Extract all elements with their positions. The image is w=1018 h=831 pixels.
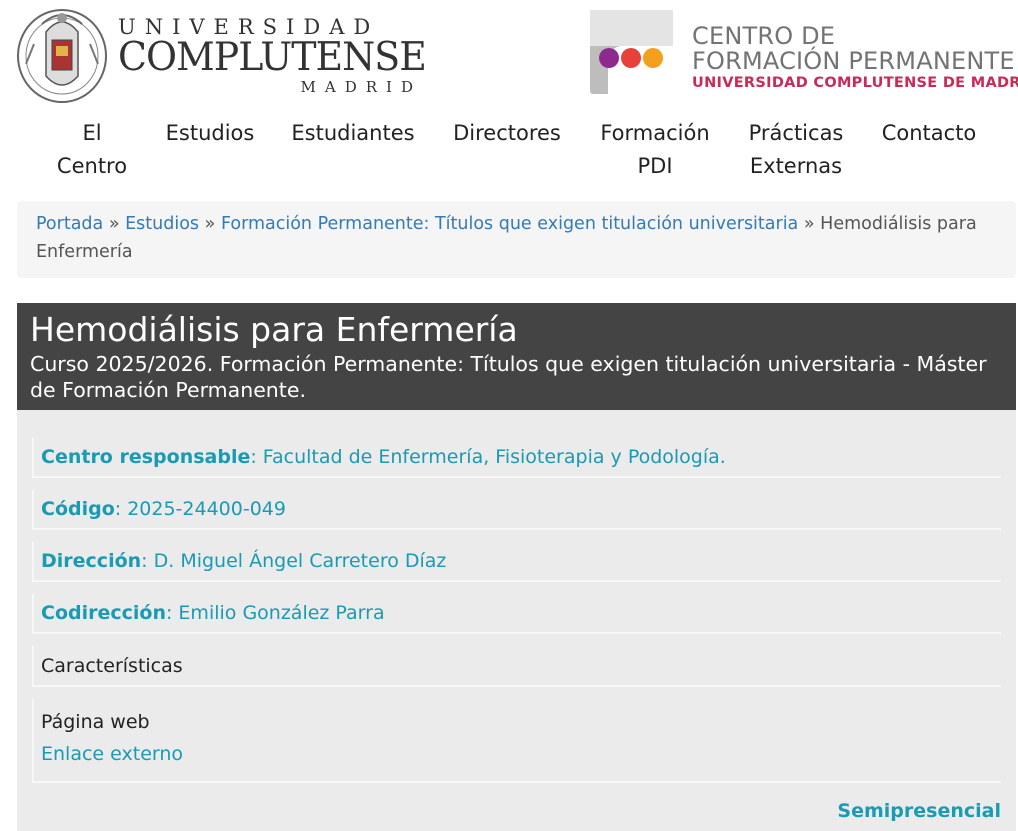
cfp-dot-orange-icon <box>643 48 663 68</box>
detail-value: : D. Miguel Ángel Carretero Díaz <box>141 550 447 572</box>
course-subtitle: Curso 2025/2026. Formación Permanente: T… <box>30 352 987 402</box>
main-nav: El Centro Estudios Estudiantes Directores… <box>0 117 1018 187</box>
cfp-logo[interactable]: CENTRO DE FORMACIÓN PERMANENTE UNIVERSID… <box>590 10 1018 96</box>
breadcrumb-link-portada[interactable]: Portada <box>36 214 103 234</box>
detail-codireccion: Codirección: Emilio González Parra <box>32 594 1001 634</box>
modality-badge: Semipresencial <box>837 800 1001 822</box>
detail-codigo: Código: 2025-24400-049 <box>32 490 1001 530</box>
detail-centro-responsable: Centro responsable: Facultad de Enfermer… <box>32 438 1001 478</box>
detail-caracteristicas[interactable]: Características <box>32 646 1001 687</box>
nav-item-practicas-externas[interactable]: Prácticas Externas <box>744 117 848 183</box>
detail-label: Dirección <box>41 550 142 572</box>
detail-direccion: Dirección: D. Miguel Ángel Carretero Día… <box>32 542 1001 582</box>
detail-value: : 2025-24400-049 <box>114 498 286 520</box>
cfp-dot-purple-icon <box>599 48 619 68</box>
site-header: UNIVERSIDAD COMPLUTENSE MADRID CENTRO DE… <box>0 0 1018 110</box>
detail-label: Código <box>41 498 115 520</box>
detail-label: Codirección <box>41 602 166 624</box>
breadcrumb-separator: » <box>204 214 216 234</box>
detail-label: Centro responsable <box>41 446 251 468</box>
detail-pagina-web: Página web Enlace externo <box>32 699 1001 783</box>
course-details: Centro responsable: Facultad de Enfermer… <box>17 410 1016 831</box>
external-link[interactable]: Enlace externo <box>41 743 183 765</box>
breadcrumb-separator: » <box>803 214 815 234</box>
nav-item-contacto[interactable]: Contacto <box>876 117 982 150</box>
breadcrumb-link-formacion-permanente[interactable]: Formación Permanente: Títulos que exigen… <box>221 214 798 234</box>
pagina-web-label: Página web <box>41 711 150 733</box>
page-title: Hemodiálisis para Enfermería <box>30 310 518 349</box>
breadcrumb: Portada » Estudios » Formación Permanent… <box>17 201 1016 278</box>
ucm-line3: MADRID <box>300 78 422 96</box>
breadcrumb-separator: » <box>108 214 120 234</box>
cfp-line3: UNIVERSIDAD COMPLUTENSE DE MADRID <box>692 75 1018 91</box>
ucm-logo[interactable]: UNIVERSIDAD COMPLUTENSE MADRID <box>16 4 427 104</box>
nav-item-estudiantes[interactable]: Estudiantes <box>288 117 418 150</box>
caracteristicas-label: Características <box>41 655 183 677</box>
ucm-line2: COMPLUTENSE <box>118 35 427 80</box>
cfp-line1: CENTRO DE <box>692 22 836 50</box>
ucm-seal-icon <box>17 9 107 103</box>
breadcrumb-link-estudios[interactable]: Estudios <box>125 214 199 234</box>
detail-value: : Emilio González Parra <box>165 602 385 624</box>
detail-value: : Facultad de Enfermería, Fisioterapia y… <box>250 446 726 468</box>
nav-item-estudios[interactable]: Estudios <box>160 117 260 150</box>
nav-item-formacion-pdi[interactable]: Formación PDI <box>594 117 716 183</box>
course-header: Hemodiálisis para Enfermería Curso 2025/… <box>17 303 1016 410</box>
nav-item-directores[interactable]: Directores <box>446 117 568 150</box>
cfp-emblem-icon <box>590 10 673 94</box>
nav-item-el-centro[interactable]: El Centro <box>55 117 129 183</box>
cfp-line2: FORMACIÓN PERMANENTE <box>692 47 1015 75</box>
cfp-dot-red-icon <box>621 48 641 68</box>
